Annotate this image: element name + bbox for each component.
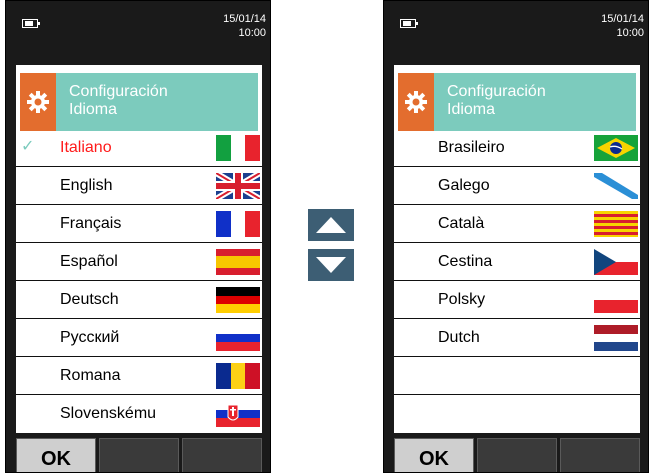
language-item-romana[interactable]: Romana bbox=[16, 357, 262, 395]
russia-flag-icon bbox=[216, 325, 260, 351]
gear-icon bbox=[20, 73, 56, 131]
language-panel: Configuración Idioma Brasileiro Galego C… bbox=[394, 65, 640, 433]
battery-icon bbox=[400, 19, 418, 28]
language-label: Français bbox=[60, 215, 122, 232]
language-label: Italiano bbox=[60, 139, 112, 156]
language-label: Español bbox=[60, 253, 118, 270]
language-label: Galego bbox=[438, 177, 490, 194]
language-list: Brasileiro Galego Català Cestina Polsky … bbox=[394, 129, 640, 432]
softkey-2[interactable] bbox=[477, 438, 557, 472]
menu-title: Configuración Idioma bbox=[434, 73, 636, 131]
language-item-cestina[interactable]: Cestina bbox=[394, 243, 640, 281]
netherlands-flag-icon bbox=[594, 325, 638, 351]
softkey-3[interactable] bbox=[560, 438, 640, 472]
softkey-bar: OK bbox=[394, 438, 640, 472]
language-item-espanol[interactable]: Español bbox=[16, 243, 262, 281]
scroll-down-button[interactable] bbox=[308, 249, 354, 281]
empty-list-item bbox=[394, 357, 640, 395]
softkey-bar: OK bbox=[16, 438, 262, 472]
time-text: 10:00 bbox=[238, 27, 266, 39]
ok-button[interactable]: OK bbox=[394, 438, 474, 472]
datetime: 15/01/14 10:00 bbox=[223, 12, 266, 40]
language-item-russian[interactable]: Русский bbox=[16, 319, 262, 357]
menu-title: Configuración Idioma bbox=[56, 73, 258, 131]
language-panel: Configuración Idioma ✓ Italiano English bbox=[16, 65, 262, 433]
language-item-italiano[interactable]: ✓ Italiano bbox=[16, 129, 262, 167]
language-item-francais[interactable]: Français bbox=[16, 205, 262, 243]
gear-icon bbox=[398, 73, 434, 131]
language-item-dutch[interactable]: Dutch bbox=[394, 319, 640, 357]
menu-title-line1: Configuración bbox=[69, 83, 168, 100]
menu-header: Configuración Idioma bbox=[20, 73, 258, 131]
scroll-up-button[interactable] bbox=[308, 209, 354, 241]
status-bar: 15/01/14 10:00 bbox=[384, 1, 648, 51]
triangle-up-icon bbox=[316, 217, 346, 233]
language-item-deutsch[interactable]: Deutsch bbox=[16, 281, 262, 319]
empty-list-item bbox=[394, 395, 640, 432]
czech-flag-icon bbox=[594, 249, 638, 275]
menu-title-line2: Idioma bbox=[69, 101, 118, 118]
language-label: Deutsch bbox=[60, 291, 119, 308]
datetime: 15/01/14 10:00 bbox=[601, 12, 644, 40]
brazil-flag-icon bbox=[594, 135, 638, 161]
language-label: Slovenskému bbox=[60, 405, 157, 422]
language-label: Русский bbox=[60, 329, 120, 346]
italy-flag-icon bbox=[216, 135, 260, 161]
status-bar: 15/01/14 10:00 bbox=[6, 1, 270, 51]
poland-flag-icon bbox=[594, 287, 638, 313]
date-text: 15/01/14 bbox=[601, 13, 644, 25]
language-item-galego[interactable]: Galego bbox=[394, 167, 640, 205]
romania-flag-icon bbox=[216, 363, 260, 389]
language-label: Polsky bbox=[438, 291, 486, 308]
language-item-polsky[interactable]: Polsky bbox=[394, 281, 640, 319]
triangle-down-icon bbox=[316, 257, 346, 273]
slovakia-flag-icon bbox=[216, 401, 260, 427]
language-label: Dutch bbox=[438, 329, 480, 346]
time-text: 10:00 bbox=[616, 27, 644, 39]
language-item-catala[interactable]: Català bbox=[394, 205, 640, 243]
language-label: Brasileiro bbox=[438, 139, 505, 156]
device-screen-right: 15/01/14 10:00 Configuración Idioma Bras… bbox=[383, 0, 649, 473]
battery-icon bbox=[22, 19, 40, 28]
galicia-flag-icon bbox=[594, 173, 638, 199]
check-mark-icon: ✓ bbox=[21, 138, 35, 155]
language-label: Cestina bbox=[438, 253, 493, 270]
catalonia-flag-icon bbox=[594, 211, 638, 237]
softkey-2[interactable] bbox=[99, 438, 179, 472]
germany-flag-icon bbox=[216, 287, 260, 313]
uk-flag-icon bbox=[216, 173, 260, 199]
softkey-3[interactable] bbox=[182, 438, 262, 472]
language-label: Català bbox=[438, 215, 485, 232]
language-item-english[interactable]: English bbox=[16, 167, 262, 205]
language-item-slovenskemu[interactable]: Slovenskému bbox=[16, 395, 262, 432]
language-label: English bbox=[60, 177, 113, 194]
ok-button[interactable]: OK bbox=[16, 438, 96, 472]
menu-header: Configuración Idioma bbox=[398, 73, 636, 131]
language-list: ✓ Italiano English Français Español Deut… bbox=[16, 129, 262, 432]
date-text: 15/01/14 bbox=[223, 13, 266, 25]
device-screen-left: 15/01/14 10:00 Configuración Idioma ✓ It… bbox=[5, 0, 271, 473]
france-flag-icon bbox=[216, 211, 260, 237]
spain-flag-icon bbox=[216, 249, 260, 275]
menu-title-line1: Configuración bbox=[447, 83, 546, 100]
language-item-brasileiro[interactable]: Brasileiro bbox=[394, 129, 640, 167]
language-label: Romana bbox=[60, 367, 121, 384]
menu-title-line2: Idioma bbox=[447, 101, 496, 118]
